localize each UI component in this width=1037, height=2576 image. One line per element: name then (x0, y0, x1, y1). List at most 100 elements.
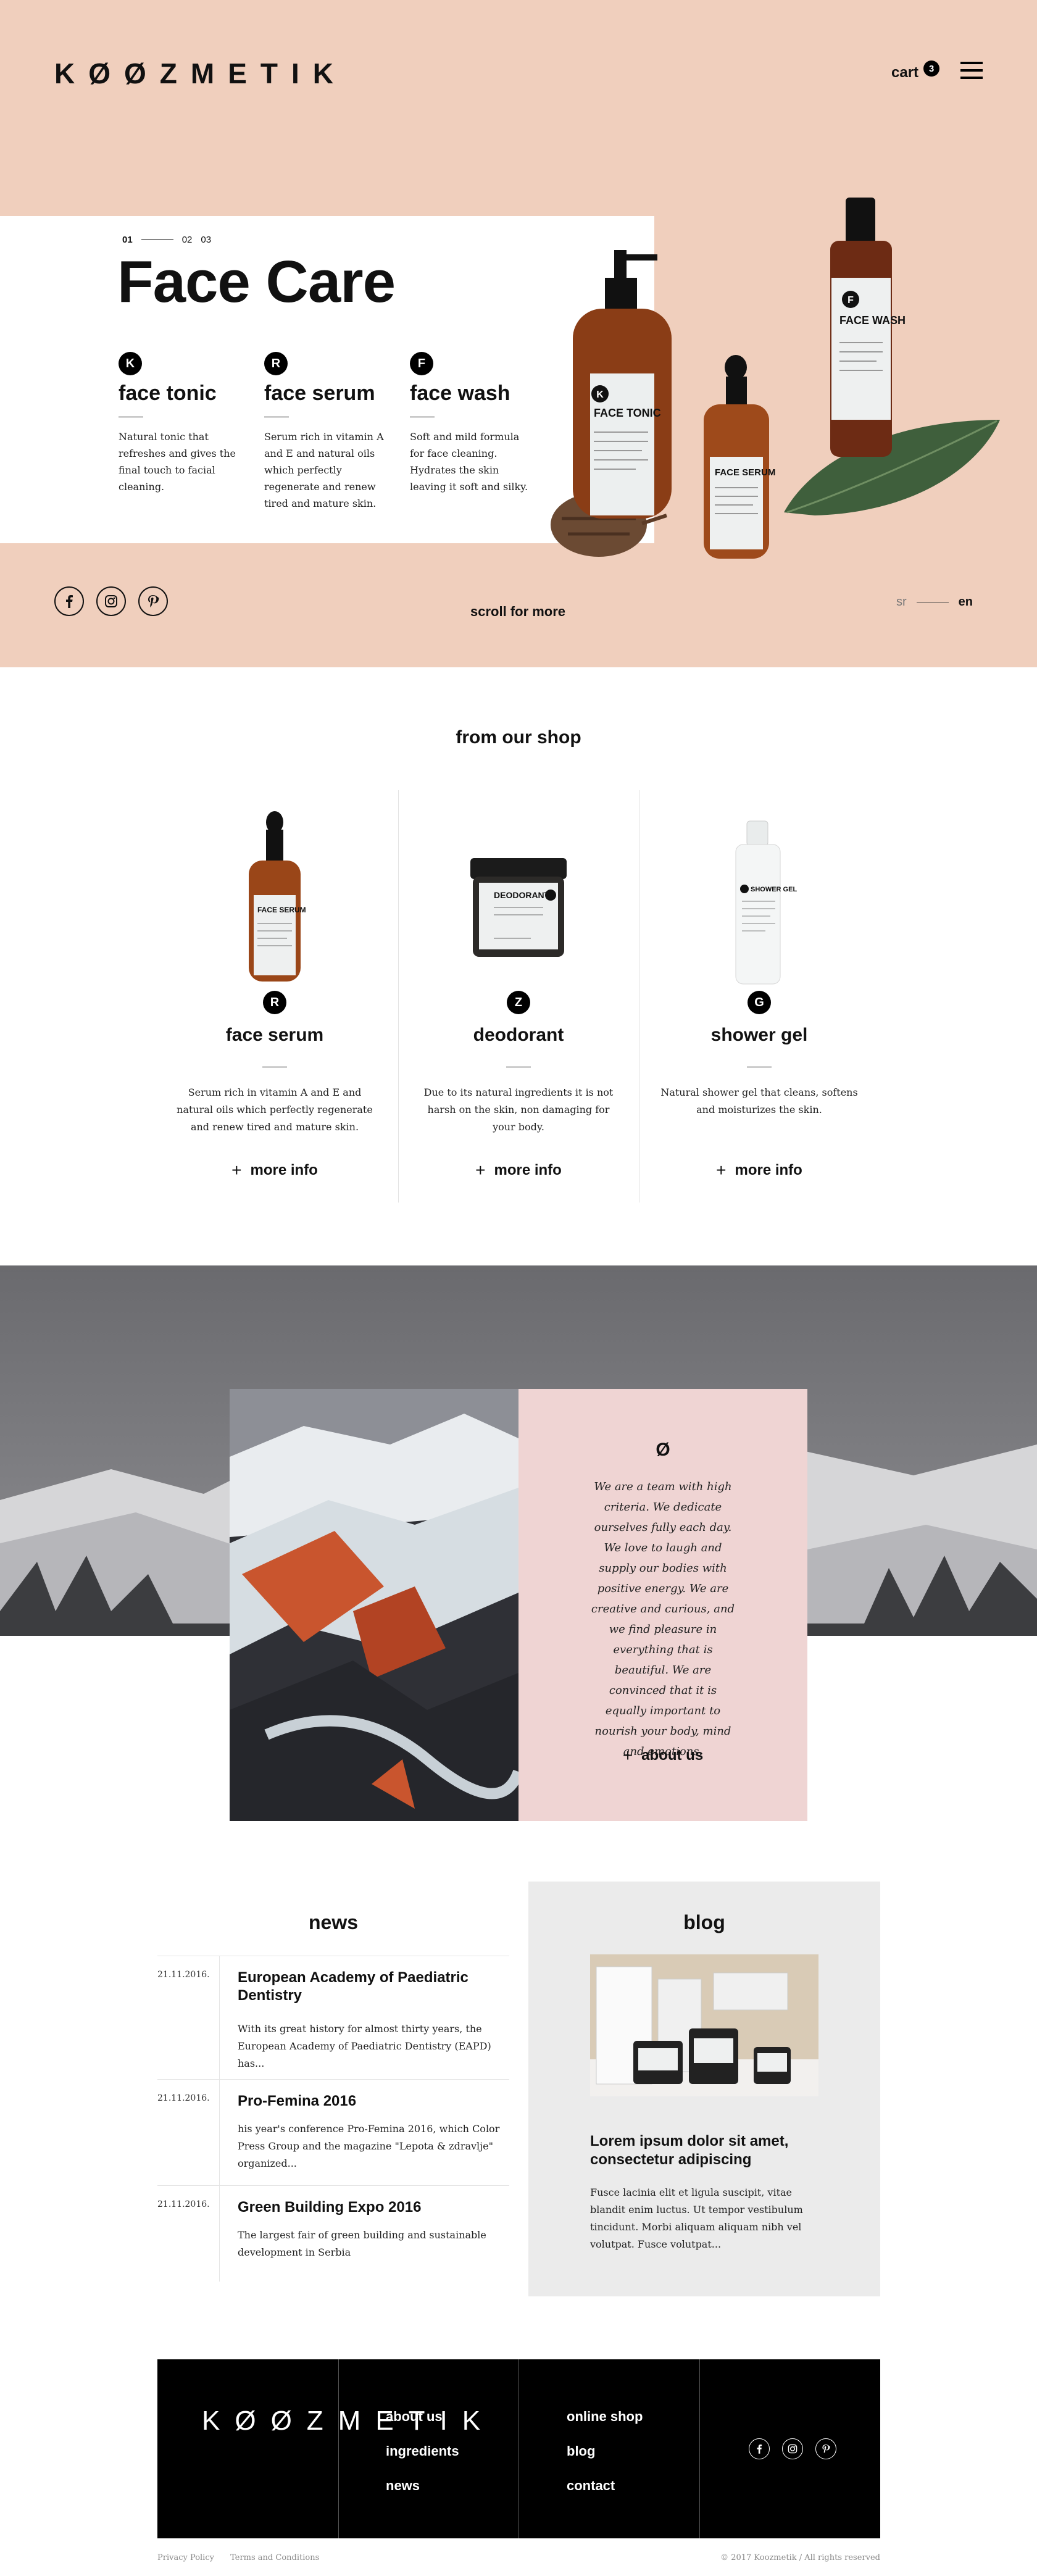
deodorant-image[interactable]: DEODORANT (457, 809, 580, 994)
product-card-deodorant: DEODORANT Z deodorant Due to its natural… (398, 790, 639, 1203)
cart-count-badge: 3 (923, 60, 940, 77)
footer-link-about-us[interactable]: about us (386, 2409, 443, 2425)
feature-face-wash: F face wash Soft and mild formula for fa… (410, 352, 533, 495)
feature-title: face serum (264, 381, 375, 405)
blog-post-title[interactable]: Lorem ipsum dolor sit amet, consectetur … (590, 2132, 825, 2169)
news-title[interactable]: Pro-Femina 2016 (238, 2092, 503, 2110)
slide-pagination: 01 02 03 (122, 235, 211, 245)
news-date: 21.11.2016. (157, 2199, 210, 2209)
feature-badge: K (119, 352, 142, 375)
instagram-icon[interactable] (782, 2438, 803, 2459)
slide-dot-3[interactable]: 03 (201, 235, 211, 245)
product-badge: Z (507, 991, 530, 1014)
hamburger-menu-icon[interactable] (960, 62, 983, 80)
brand-logo[interactable]: KØØZMETIK (54, 57, 347, 90)
privacy-policy-link[interactable]: Privacy Policy (157, 2553, 214, 2562)
more-info-button[interactable]: + more info (154, 1161, 395, 1180)
svg-text:K: K (596, 390, 604, 400)
product-card-shower-gel: SHOWER GEL G shower gel Natural shower g… (639, 790, 880, 1203)
about-us-button[interactable]: + about us (518, 1746, 807, 1765)
product-description: Due to its natural ingredients it is not… (423, 1086, 614, 1133)
face-serum-image[interactable]: FACE SERUM (213, 809, 336, 994)
slide-dot-1[interactable]: 01 (122, 235, 133, 245)
feature-text: Natural tonic that refreshes and gives t… (119, 431, 236, 493)
plus-icon: + (231, 1161, 242, 1180)
news-title[interactable]: Green Building Expo 2016 (238, 2198, 503, 2216)
news-excerpt: With its great history for almost thirty… (238, 2023, 491, 2069)
product-description: Natural shower gel that cleans, softens … (660, 1086, 858, 1115)
instagram-icon[interactable] (96, 586, 126, 616)
plus-icon: + (475, 1161, 486, 1180)
lang-en[interactable]: en (959, 595, 973, 609)
news-date: 21.11.2016. (157, 1970, 210, 1980)
footer-link-blog[interactable]: blog (567, 2443, 595, 2459)
blog-section-title: blog (683, 1911, 725, 1933)
face-tonic-bottle: K FACE TONIC (573, 250, 672, 519)
language-switcher: sr en (896, 595, 973, 609)
svg-text:FACE TONIC: FACE TONIC (594, 407, 661, 419)
product-title[interactable]: shower gel (639, 1025, 880, 1046)
product-title[interactable]: face serum (154, 1025, 395, 1046)
plus-icon: + (622, 1746, 633, 1765)
about-text: We are a team with high criteria. We ded… (591, 1480, 735, 1758)
shop-section-title: from our shop (456, 727, 581, 748)
slide-dot-2[interactable]: 02 (182, 235, 193, 245)
blog-post-image[interactable] (590, 1954, 818, 2096)
feature-face-serum: R face serum Serum rich in vitamin A and… (264, 352, 388, 512)
feature-badge: F (410, 352, 433, 375)
blog-post-excerpt: Fusce lacinia elit et ligula suscipit, v… (590, 2186, 803, 2250)
footer: KØØZMETIK about us ingredients news onli… (157, 2359, 880, 2538)
more-info-label: more info (494, 1162, 562, 1178)
pinterest-icon[interactable] (138, 586, 168, 616)
news-item[interactable]: 21.11.2016. Green Building Expo 2016 The… (157, 2185, 509, 2282)
feature-title: face tonic (119, 381, 217, 405)
svg-text:DEODORANT: DEODORANT (494, 890, 550, 900)
more-info-label: more info (250, 1162, 318, 1178)
feature-badge: R (264, 352, 288, 375)
news-excerpt: The largest fair of green building and s… (238, 2229, 486, 2258)
product-badge: R (263, 991, 286, 1014)
footer-link-contact[interactable]: contact (567, 2478, 615, 2494)
news-date: 21.11.2016. (157, 2093, 210, 2103)
footer-link-ingredients[interactable]: ingredients (386, 2443, 459, 2459)
svg-text:FACE SERUM: FACE SERUM (715, 467, 775, 478)
about-symbol: Ø (656, 1440, 670, 1460)
footer-link-news[interactable]: news (386, 2478, 420, 2494)
svg-text:F: F (848, 295, 854, 306)
svg-text:FACE SERUM: FACE SERUM (257, 906, 306, 914)
pinterest-icon[interactable] (815, 2438, 836, 2459)
copyright-text: © 2017 Koozmetik / All rights reserved (720, 2553, 880, 2562)
hero-product-image: K FACE TONIC FACE SERUM F FACE WASH (551, 198, 1000, 559)
more-info-label: more info (735, 1162, 802, 1178)
more-info-button[interactable]: + more info (398, 1161, 639, 1180)
lang-sr[interactable]: sr (896, 595, 907, 609)
face-wash-bottle: F FACE WASH (830, 198, 906, 457)
product-card-face-serum: FACE SERUM R face serum Serum rich in vi… (154, 790, 395, 1203)
face-serum-bottle: FACE SERUM (704, 355, 775, 559)
svg-text:FACE WASH: FACE WASH (839, 314, 906, 327)
terms-link[interactable]: Terms and Conditions (230, 2553, 319, 2562)
news-item[interactable]: 21.11.2016. European Academy of Paediatr… (157, 1956, 509, 2079)
cart-button[interactable]: cart 3 (891, 60, 940, 81)
product-badge: G (748, 991, 771, 1014)
facebook-icon[interactable] (749, 2438, 770, 2459)
scroll-for-more[interactable]: scroll for more (470, 604, 565, 620)
facebook-icon[interactable] (54, 586, 84, 616)
news-title[interactable]: European Academy of Paediatric Dentistry (238, 1969, 503, 2004)
feature-text: Soft and mild formula for face cleaning.… (410, 431, 528, 493)
footer-logo[interactable]: KØØZMETIK (202, 2404, 480, 2438)
news-section-title: news (308, 1911, 359, 1933)
news-excerpt: his year's conference Pro-Femina 2016, w… (238, 2123, 500, 2169)
product-title[interactable]: deodorant (398, 1025, 639, 1046)
footer-link-online-shop[interactable]: online shop (567, 2409, 643, 2425)
hero-title: Face Care (117, 249, 396, 315)
more-info-button[interactable]: + more info (639, 1161, 880, 1180)
shower-gel-image[interactable]: SHOWER GEL (698, 809, 821, 994)
svg-text:SHOWER GEL: SHOWER GEL (751, 886, 797, 893)
cart-label: cart (891, 64, 919, 81)
news-item[interactable]: 21.11.2016. Pro-Femina 2016 his year's c… (157, 2079, 509, 2185)
blog-section: blog Lorem ipsum dolor sit amet, consect… (528, 1882, 880, 2296)
mountain-sunset-photo (230, 1389, 518, 1821)
feature-title: face wash (410, 381, 510, 405)
feature-text: Serum rich in vitamin A and E and natura… (264, 431, 384, 509)
